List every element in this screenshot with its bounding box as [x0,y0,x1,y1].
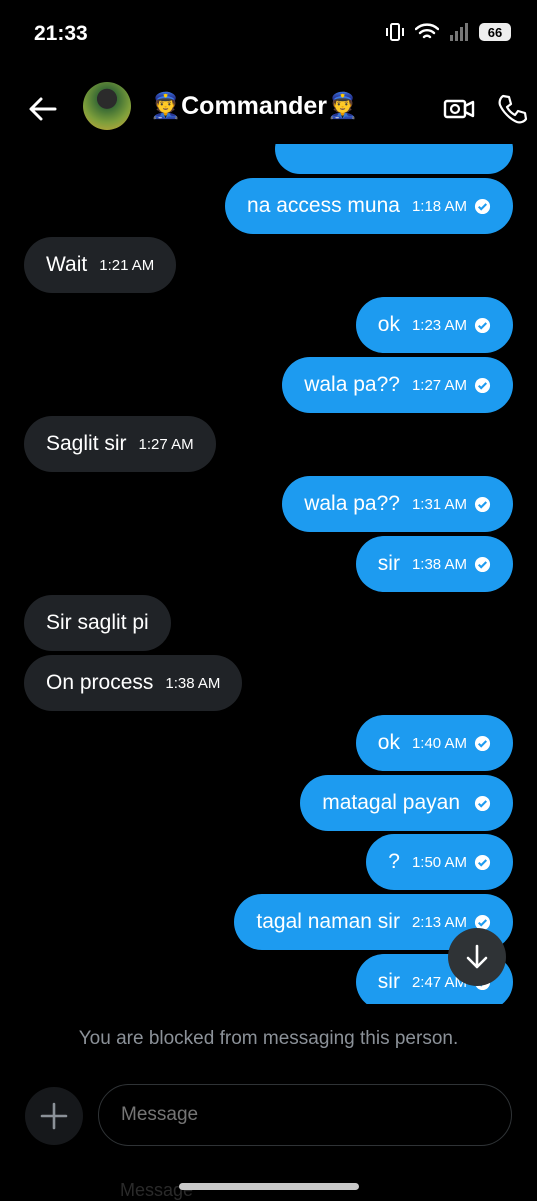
message-time: 1:40 AM [411,734,467,752]
home-indicator[interactable] [179,1183,359,1190]
status-icons: 66 [385,22,511,42]
check-circle-icon [474,496,491,512]
check-circle-icon [474,795,491,811]
message-bubble-incoming[interactable]: Wait 1:21 AM [24,237,177,293]
message-time: 1:21 AM [99,256,155,274]
status-time: 21:33 [34,22,88,45]
arrow-down-icon [466,944,488,969]
message-time: 1:38 AM [411,555,467,573]
check-circle-icon [474,556,491,572]
avatar[interactable] [83,82,131,130]
check-circle-icon [474,735,491,751]
message-text: ok [377,731,400,754]
wifi-icon [415,23,439,39]
check-circle-icon [474,854,491,870]
add-attachment-button[interactable] [25,1087,83,1145]
message-text: Saglit sir [46,432,127,455]
message-time: 2:13 AM [411,913,467,931]
message-bubble-outgoing[interactable]: ok 1:23 AM [355,297,513,353]
blocked-notice: You are blocked from messaging this pers… [78,1028,459,1049]
message-bubble-incoming[interactable]: Saglit sir 1:27 AM [24,416,216,472]
plus-icon [40,1102,68,1130]
message-text: On process [46,671,154,694]
message-text: matagal payan [322,791,460,814]
message-time: 1:31 AM [411,495,467,513]
message-text: wala pa?? [304,492,400,515]
message-bubble-partial [275,144,513,174]
contact-name[interactable]: 👮Commander👮 [150,92,358,121]
message-time: 1:18 AM [411,197,467,215]
message-text: sir [377,970,400,993]
signal-icon [450,23,468,41]
status-bar: 21:33 66 [0,0,537,70]
message-bubble-incoming[interactable]: On process 1:38 AM [24,655,243,711]
message-text: na access muna [247,194,400,217]
message-text: sir [377,552,400,575]
message-bubble-outgoing[interactable]: ? 1:50 AM [366,834,513,890]
message-input[interactable] [98,1084,512,1146]
message-bubble-outgoing[interactable]: na access muna 1:18 AM [225,178,513,234]
message-text: tagal naman sir [256,910,400,933]
arrow-left-icon[interactable] [26,92,60,126]
chat-header: 👮Commander👮 [0,72,537,144]
message-text: Sir saglit pi [46,611,149,634]
battery-indicator: 66 [479,23,511,41]
message-bubble-outgoing[interactable]: sir 1:38 AM [355,536,513,592]
phone-icon[interactable] [496,92,530,126]
message-bubble-outgoing[interactable]: matagal payan [300,775,513,831]
message-time: 1:23 AM [411,316,467,334]
message-text: ok [377,313,400,336]
vibrate-icon [386,23,404,41]
message-time: 1:38 AM [165,674,221,692]
check-circle-icon [474,198,491,214]
message-text: wala pa?? [304,373,400,396]
video-camera-icon[interactable] [442,92,476,126]
message-time: 1:27 AM [411,376,467,394]
check-circle-icon [474,377,491,393]
message-time: 1:27 AM [138,435,194,453]
message-time: 1:50 AM [411,853,467,871]
message-bubble-outgoing[interactable]: wala pa?? 1:27 AM [282,357,513,413]
check-circle-icon [474,317,491,333]
scroll-to-bottom-button[interactable] [448,928,506,986]
message-bubble-incoming[interactable]: Sir saglit pi [24,595,171,651]
message-text: ? [388,850,400,873]
message-list[interactable]: na access muna 1:18 AM Wait 1:21 AM ok 1… [0,144,537,1004]
message-text: Wait [46,253,88,276]
message-bubble-outgoing[interactable]: ok 1:40 AM [355,715,513,771]
message-bubble-outgoing[interactable]: wala pa?? 1:31 AM [282,476,513,532]
